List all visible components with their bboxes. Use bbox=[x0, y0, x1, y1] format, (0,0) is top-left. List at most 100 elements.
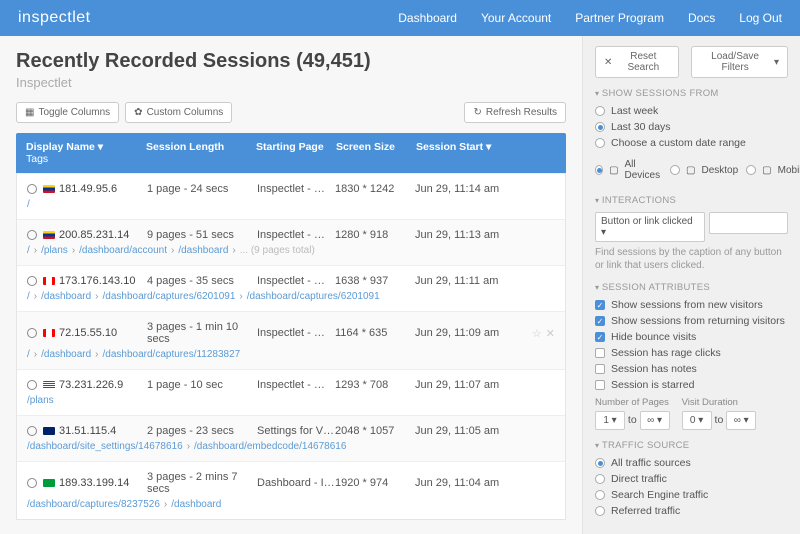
checkbox-icon bbox=[595, 300, 605, 310]
traffic-source-option[interactable]: All traffic sources bbox=[595, 457, 788, 469]
path-link[interactable]: / bbox=[27, 199, 30, 210]
col-display-name[interactable]: Display Name ▾Tags bbox=[26, 141, 146, 165]
traffic-source-option[interactable]: Direct traffic bbox=[595, 473, 788, 485]
sessions-table: 181.49.95.61 page - 24 secsInspectlet - … bbox=[16, 173, 566, 520]
device-option[interactable]: ▢Mobile bbox=[746, 159, 800, 181]
nav-dashboard[interactable]: Dashboard bbox=[398, 11, 457, 25]
path-breadcrumb: / bbox=[27, 199, 555, 210]
table-row[interactable]: 31.51.115.42 pages - 23 secsSettings for… bbox=[17, 415, 565, 461]
ip-address: 72.15.55.10 bbox=[59, 327, 117, 339]
starting-page: Inspectlet - Website Heatm... bbox=[257, 229, 335, 241]
session-start: Jun 29, 11:14 am bbox=[415, 183, 525, 195]
section-session-attributes[interactable]: SESSION ATTRIBUTES bbox=[595, 282, 788, 293]
nav-log-out[interactable]: Log Out bbox=[739, 11, 782, 25]
table-row[interactable]: 189.33.199.143 pages - 2 mins 7 secsDash… bbox=[17, 461, 565, 519]
star-icon[interactable]: ☆ bbox=[532, 328, 542, 340]
session-attr-checkbox[interactable]: Show sessions from new visitors bbox=[595, 299, 788, 311]
radio-icon bbox=[595, 490, 605, 500]
traffic-source-option[interactable]: Referred traffic bbox=[595, 505, 788, 517]
top-nav: inspectlet Dashboard Your Account Partne… bbox=[0, 0, 800, 36]
device-option[interactable]: ▢All Devices bbox=[595, 159, 662, 181]
session-attr-checkbox[interactable]: Session is starred bbox=[595, 379, 788, 391]
table-row[interactable]: 73.231.226.91 page - 10 secInspectlet - … bbox=[17, 369, 565, 415]
close-icon[interactable]: ✕ bbox=[546, 328, 555, 340]
path-link[interactable]: /dashboard bbox=[178, 245, 228, 256]
starting-page: Inspectlet - Website Heatm... bbox=[257, 275, 335, 287]
starting-page: Inspectlet - Website Heatm... bbox=[257, 379, 335, 391]
radio-icon bbox=[595, 458, 605, 468]
screen-size: 1164 * 635 bbox=[335, 327, 415, 339]
radio-icon bbox=[746, 165, 756, 175]
refresh-results-button[interactable]: ↻ Refresh Results bbox=[464, 102, 566, 123]
duration-to-select[interactable]: ∞ ▾ bbox=[726, 411, 756, 430]
col-session-start[interactable]: Session Start ▾ bbox=[416, 141, 526, 165]
custom-columns-button[interactable]: ✿ Custom Columns bbox=[125, 102, 232, 123]
path-link[interactable]: /plans bbox=[41, 245, 68, 256]
country-flag-icon bbox=[43, 329, 55, 337]
path-link[interactable]: / bbox=[27, 291, 30, 302]
browser-icon bbox=[27, 328, 37, 338]
path-link[interactable]: / bbox=[27, 349, 30, 360]
checkbox-icon bbox=[595, 364, 605, 374]
section-interactions[interactable]: INTERACTIONS bbox=[595, 195, 788, 206]
country-flag-icon bbox=[43, 381, 55, 389]
table-header: Display Name ▾Tags Session Length Starti… bbox=[16, 133, 566, 173]
device-option[interactable]: ▢Desktop bbox=[670, 159, 738, 181]
section-show-sessions-from[interactable]: SHOW SESSIONS FROM bbox=[595, 88, 788, 99]
starting-page: Settings for VbyPalm - Insp... bbox=[257, 425, 335, 437]
session-attr-checkbox[interactable]: Show sessions from returning visitors bbox=[595, 315, 788, 327]
time-range-option[interactable]: Choose a custom date range bbox=[595, 137, 788, 149]
path-breadcrumb: /›/plans›/dashboard/account›/dashboard ›… bbox=[27, 245, 555, 256]
interaction-help-text: Find sessions by the caption of any butt… bbox=[595, 246, 788, 272]
path-link[interactable]: /dashboard bbox=[41, 349, 91, 360]
traffic-source-option[interactable]: Search Engine traffic bbox=[595, 489, 788, 501]
path-link[interactable]: /dashboard bbox=[171, 499, 221, 510]
path-link[interactable]: /dashboard bbox=[41, 291, 91, 302]
path-link[interactable]: /dashboard/captures/6201091 bbox=[247, 291, 380, 302]
col-session-length[interactable]: Session Length bbox=[146, 141, 256, 165]
radio-icon bbox=[595, 474, 605, 484]
reset-search-button[interactable]: ✕ Reset Search bbox=[595, 46, 679, 78]
browser-icon bbox=[27, 426, 37, 436]
radio-icon bbox=[595, 138, 605, 148]
screen-size: 1830 * 1242 bbox=[335, 183, 415, 195]
load-save-filters-button[interactable]: Load/Save Filters ▾ bbox=[691, 46, 788, 78]
path-link[interactable]: /dashboard/embedcode/14678616 bbox=[194, 441, 346, 452]
time-range-option[interactable]: Last week bbox=[595, 105, 788, 117]
interaction-type-select[interactable]: Button or link clicked ▾ bbox=[595, 212, 705, 242]
table-row[interactable]: 181.49.95.61 page - 24 secsInspectlet - … bbox=[17, 173, 565, 219]
nav-docs[interactable]: Docs bbox=[688, 11, 715, 25]
table-row[interactable]: 200.85.231.149 pages - 51 secsInspectlet… bbox=[17, 219, 565, 265]
page-title: Recently Recorded Sessions (49,451) bbox=[16, 50, 566, 73]
interaction-caption-input[interactable] bbox=[709, 212, 788, 234]
filters-sidebar: ✕ Reset Search Load/Save Filters ▾ SHOW … bbox=[582, 36, 800, 534]
device-icon: ▢ bbox=[686, 165, 695, 176]
path-link[interactable]: /dashboard/captures/6201091 bbox=[103, 291, 236, 302]
nav-your-account[interactable]: Your Account bbox=[481, 11, 551, 25]
path-link[interactable]: /plans bbox=[27, 395, 54, 406]
path-link[interactable]: /dashboard/site_settings/14678616 bbox=[27, 441, 183, 452]
table-row[interactable]: 173.176.143.104 pages - 35 secsInspectle… bbox=[17, 265, 565, 311]
path-link[interactable]: /dashboard/account bbox=[79, 245, 167, 256]
pages-to-select[interactable]: ∞ ▾ bbox=[640, 411, 670, 430]
nav-partner-program[interactable]: Partner Program bbox=[575, 11, 664, 25]
session-attr-checkbox[interactable]: Session has rage clicks bbox=[595, 347, 788, 359]
country-flag-icon bbox=[43, 185, 55, 193]
session-attr-checkbox[interactable]: Hide bounce visits bbox=[595, 331, 788, 343]
ip-address: 73.231.226.9 bbox=[59, 379, 123, 391]
section-traffic-source[interactable]: TRAFFIC SOURCE bbox=[595, 440, 788, 451]
country-flag-icon bbox=[43, 231, 55, 239]
path-link[interactable]: /dashboard/captures/11283827 bbox=[103, 349, 241, 360]
col-screen-size[interactable]: Screen Size bbox=[336, 141, 416, 165]
table-row[interactable]: 72.15.55.103 pages - 1 min 10 secsInspec… bbox=[17, 311, 565, 369]
pages-from-select[interactable]: 1 ▾ bbox=[595, 411, 625, 430]
toggle-columns-button[interactable]: ▦ Toggle Columns bbox=[16, 102, 119, 123]
session-attr-checkbox[interactable]: Session has notes bbox=[595, 363, 788, 375]
col-starting-page[interactable]: Starting Page bbox=[256, 141, 336, 165]
device-icon: ▢ bbox=[609, 165, 618, 176]
path-link[interactable]: /dashboard/captures/8237526 bbox=[27, 499, 160, 510]
path-link[interactable]: / bbox=[27, 245, 30, 256]
session-start: Jun 29, 11:07 am bbox=[415, 379, 525, 391]
duration-from-select[interactable]: 0 ▾ bbox=[682, 411, 712, 430]
time-range-option[interactable]: Last 30 days bbox=[595, 121, 788, 133]
